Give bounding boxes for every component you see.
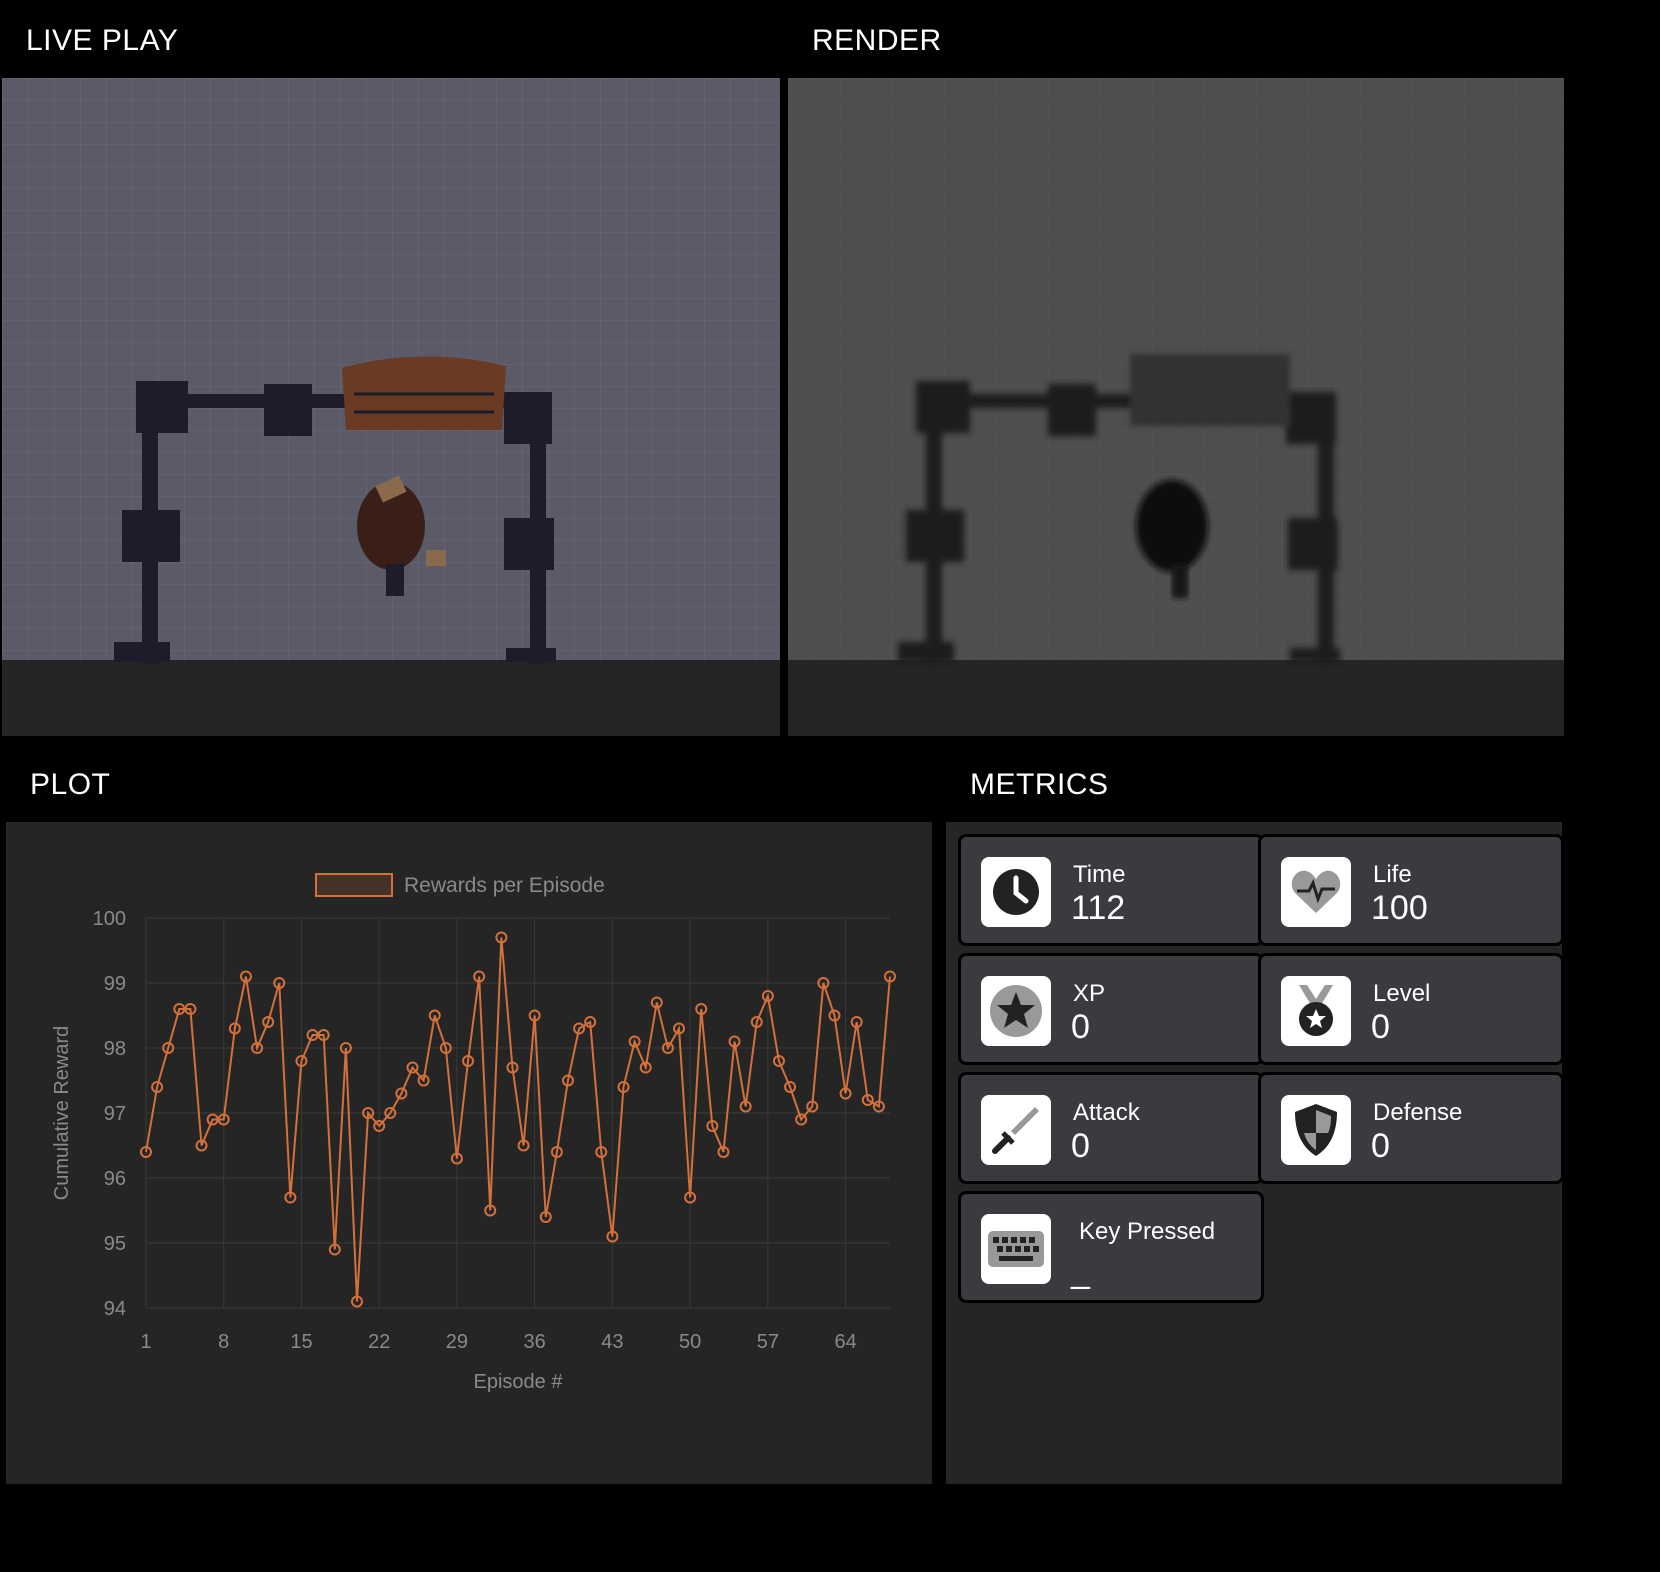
legend-label: Rewards per Episode xyxy=(404,874,605,897)
x-tick-label: 57 xyxy=(757,1331,779,1353)
metrics-header: METRICS xyxy=(946,746,1562,822)
keyboard-icon xyxy=(981,1214,1051,1284)
series-line xyxy=(145,937,891,1302)
live-play-panel: LIVE PLAY xyxy=(2,2,780,736)
live-play-scene xyxy=(2,78,780,696)
metric-card-xp: XP 0 xyxy=(958,953,1264,1065)
y-axis-label: Cumulative Reward xyxy=(51,1026,73,1201)
render-header: RENDER xyxy=(788,2,1564,78)
x-axis-label: Episode # xyxy=(474,1371,564,1393)
metric-value: 0 xyxy=(1071,1008,1090,1046)
shield-icon xyxy=(1281,1095,1351,1165)
y-tick-label: 100 xyxy=(93,908,126,930)
live-play-header: LIVE PLAY xyxy=(2,2,780,78)
star-icon xyxy=(981,976,1051,1046)
render-title: RENDER xyxy=(812,24,942,57)
x-tick-label: 64 xyxy=(834,1331,856,1353)
plot-header: PLOT xyxy=(6,746,932,822)
y-tick-label: 94 xyxy=(104,1298,126,1320)
legend-swatch xyxy=(315,873,393,897)
metric-label: Level xyxy=(1373,980,1431,1007)
metric-card-time: Time 112 xyxy=(958,834,1264,946)
metrics-title: METRICS xyxy=(970,768,1109,801)
metrics-panel: METRICS Time 112 Life 100 XP 0 Level 0 A… xyxy=(946,746,1564,1484)
x-tick-label: 50 xyxy=(679,1331,701,1353)
metric-value: 0 xyxy=(1371,1127,1390,1165)
metric-label: Key Pressed xyxy=(1079,1218,1216,1245)
plot-panel: PLOT 94 95 96 97 98 99 100 1 8 15 22 29 36 43 50 57 64 Ep… xyxy=(6,746,932,1484)
x-tick-label: 1 xyxy=(140,1331,151,1353)
metric-label: Life xyxy=(1373,861,1412,888)
y-tick-label: 98 xyxy=(104,1038,126,1060)
x-tick-label: 29 xyxy=(446,1331,468,1353)
rewards-chart[interactable]: 94 95 96 97 98 99 100 1 8 15 22 29 36 43 50 57 64 Episode… xyxy=(6,822,932,1484)
live-play-title: LIVE PLAY xyxy=(26,24,179,57)
x-tick-label: 43 xyxy=(601,1331,623,1353)
metric-label: Attack xyxy=(1073,1099,1140,1126)
metric-label: Defense xyxy=(1373,1099,1463,1126)
metric-label: XP xyxy=(1073,980,1106,1007)
x-tick-label: 15 xyxy=(290,1331,312,1353)
metric-value: 100 xyxy=(1371,889,1428,927)
y-tick-label: 97 xyxy=(104,1103,126,1125)
metric-value: 112 xyxy=(1071,889,1126,927)
live-play-viewport[interactable] xyxy=(2,78,780,696)
metric-value: 0 xyxy=(1371,1008,1390,1046)
metric-card-defense: Defense 0 xyxy=(1258,1072,1564,1184)
metric-value: 0 xyxy=(1071,1127,1090,1165)
y-tick-label: 95 xyxy=(104,1233,126,1255)
metric-label: Time xyxy=(1073,861,1126,888)
x-tick-label: 22 xyxy=(368,1331,390,1353)
clock-icon xyxy=(981,857,1051,927)
metric-card-life: Life 100 xyxy=(1258,834,1564,946)
heart-icon xyxy=(1281,857,1351,927)
metric-value: _ xyxy=(1071,1252,1090,1290)
metric-card-key-pressed: Key Pressed _ xyxy=(958,1191,1264,1303)
sword-icon xyxy=(981,1095,1051,1165)
medal-icon xyxy=(1281,976,1351,1046)
metric-card-attack: Attack 0 xyxy=(958,1072,1264,1184)
render-panel: RENDER xyxy=(788,2,1564,736)
y-tick-label: 96 xyxy=(104,1168,126,1190)
render-viewport[interactable] xyxy=(788,78,1564,696)
plot-title: PLOT xyxy=(30,768,111,801)
x-tick-label: 36 xyxy=(524,1331,546,1353)
y-tick-label: 99 xyxy=(104,973,126,995)
metric-card-level: Level 0 xyxy=(1258,953,1564,1065)
x-tick-label: 8 xyxy=(218,1331,229,1353)
render-scene xyxy=(788,78,1564,696)
